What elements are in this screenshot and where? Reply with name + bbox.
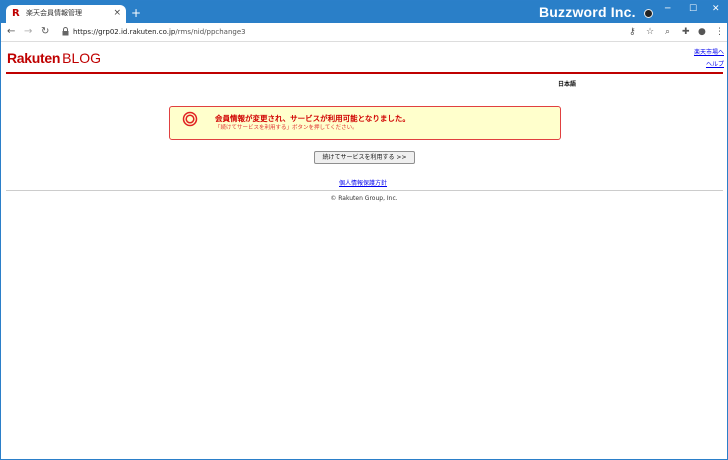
- copyright-text: © Rakuten Group, Inc.: [330, 195, 398, 202]
- close-window-button[interactable]: ✕: [712, 3, 720, 15]
- help-link[interactable]: ヘルプ: [706, 60, 724, 69]
- maximize-button[interactable]: ☐: [689, 3, 697, 15]
- logo-rakuten-text: Rakuten: [7, 50, 61, 66]
- menu-icon[interactable]: ⋮: [715, 26, 724, 38]
- privacy-policy-link[interactable]: 個人情報保護方針: [339, 179, 387, 188]
- profile-indicator-icon[interactable]: [644, 9, 653, 18]
- rakuten-blog-logo[interactable]: Rakuten BLOG: [7, 49, 101, 67]
- window-brand-text: Buzzword Inc.: [539, 4, 636, 20]
- success-notice: 会員情報が変更され、サービスが利用可能となりました。 「続けてサービスを利用する…: [169, 106, 561, 140]
- notice-subtitle: 「続けてサービスを利用する」ボタンを押してください。: [215, 125, 358, 131]
- logo-blog-text: BLOG: [62, 50, 102, 66]
- address-bar[interactable]: https://grp02.id.rakuten.co.jp/rms/nid/p…: [73, 26, 246, 38]
- extension-search-icon[interactable]: ⌕: [665, 26, 670, 38]
- tab-close-icon[interactable]: ×: [113, 7, 121, 20]
- browser-toolbar: ← → ↻ https://grp02.id.rakuten.co.jp/rms…: [1, 23, 727, 42]
- circle-success-icon: [182, 111, 198, 127]
- new-tab-button[interactable]: +: [131, 5, 141, 21]
- tab-title: 楽天会員情報管理: [26, 9, 82, 17]
- back-arrow-icon[interactable]: ←: [7, 25, 15, 39]
- star-icon[interactable]: ☆: [646, 26, 654, 38]
- footer-divider: [6, 190, 723, 191]
- title-bar: R 楽天会員情報管理 × + Buzzword Inc. ─ ☐ ✕: [1, 1, 727, 23]
- notice-title: 会員情報が変更され、サービスが利用可能となりました。: [215, 114, 410, 123]
- ichiba-link[interactable]: 楽天市場へ: [694, 48, 724, 57]
- header-divider: [6, 72, 723, 74]
- browser-tab[interactable]: R 楽天会員情報管理 ×: [6, 5, 126, 23]
- account-icon[interactable]: ●: [698, 26, 706, 38]
- page-content: Rakuten BLOG 楽天市場へ ヘルプ 日本語 会員情報が変更され、サービス…: [1, 43, 727, 459]
- browser-window: R 楽天会員情報管理 × + Buzzword Inc. ─ ☐ ✕ ← → ↻…: [0, 0, 728, 460]
- reload-icon[interactable]: ↻: [41, 25, 49, 39]
- minimize-button[interactable]: ─: [665, 3, 670, 15]
- key-icon[interactable]: ⚷: [629, 26, 636, 38]
- rakuten-favicon-icon: R: [12, 8, 20, 19]
- lock-icon: [62, 27, 69, 36]
- puzzle-icon[interactable]: ✚: [682, 26, 690, 38]
- forward-arrow-icon[interactable]: →: [24, 25, 32, 39]
- url-host: https://grp02.id.rakuten.co.jp: [73, 28, 176, 36]
- continue-service-button[interactable]: 続けてサービスを利用する >>: [314, 151, 415, 164]
- url-path: /rms/nid/ppchange3: [175, 28, 246, 36]
- language-label: 日本語: [558, 81, 577, 88]
